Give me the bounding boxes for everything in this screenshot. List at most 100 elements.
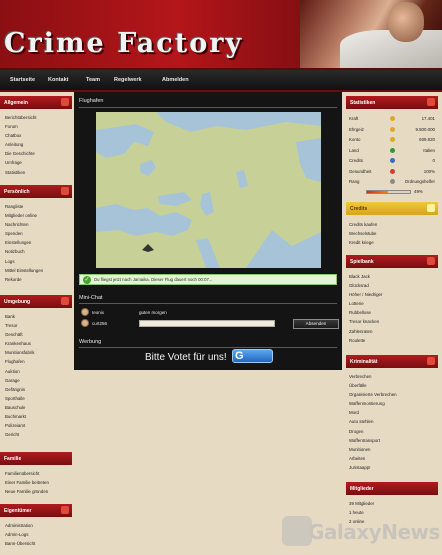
familie-title: Familie: [4, 456, 22, 462]
link-administration[interactable]: Administration: [5, 521, 35, 530]
link-zahlenraten[interactable]: Zahlenraten: [349, 327, 382, 336]
link-bank[interactable]: Bank: [5, 312, 35, 321]
allgemein-title: Allgemein: [4, 100, 28, 106]
kriminalitaet-icon: [427, 357, 435, 365]
link-munitionsfabrik[interactable]: Munitionsfabrik: [5, 348, 35, 357]
link-drogen[interactable]: Drogen: [349, 427, 397, 436]
link-black-jack[interactable]: Black Jack: [349, 272, 382, 281]
link-geschaeft[interactable]: Geschäft: [5, 330, 35, 339]
link-tresor-knacken[interactable]: Tresor knacken: [349, 317, 382, 326]
kriminalitaet-list: Verbrechen Überfälle Organisierte Verbre…: [349, 372, 397, 472]
link-auto-stehlen[interactable]: Auto stehlen: [349, 417, 397, 426]
link-anleitung[interactable]: Anleitung: [5, 140, 36, 149]
link-bauschule[interactable]: Bauschule: [5, 403, 35, 412]
persoenlich-title: Persönlich: [4, 189, 30, 195]
link-spenden[interactable]: Spenden: [5, 229, 43, 238]
chat-input[interactable]: [139, 320, 275, 327]
link-lotterie[interactable]: Lotterie: [349, 299, 382, 308]
coin-icon: [390, 126, 395, 132]
link-garage[interactable]: Garage: [5, 376, 35, 385]
link-familienuebersicht[interactable]: Familienübersicht: [5, 469, 49, 478]
link-einstellungen[interactable]: Einstellungen: [5, 238, 43, 247]
link-logs[interactable]: Logs: [5, 257, 43, 266]
link-notizbuch[interactable]: Notizbuch: [5, 247, 43, 256]
link-roulette[interactable]: Roulette: [349, 336, 382, 345]
link-mitglieder-online[interactable]: Mitglieder online: [5, 211, 43, 220]
link-waffentransport[interactable]: Waffentransport: [349, 436, 397, 445]
stat-label: Land: [349, 147, 359, 153]
link-familie-gruenden[interactable]: Neue Familie gründen: [5, 487, 49, 496]
link-wechselstube[interactable]: Wechselstube: [349, 229, 377, 238]
link-gluecksrad[interactable]: Glücksrad: [349, 281, 382, 290]
link-mittel-einstellungen[interactable]: Mittel Einstellungen: [5, 266, 43, 275]
link-mord[interactable]: Mord: [349, 408, 397, 417]
site-logo[interactable]: Crime Factory: [4, 28, 243, 59]
nav-startseite[interactable]: Startseite: [10, 77, 35, 83]
link-hoeher-niedriger[interactable]: Höher / Niedriger: [349, 290, 382, 299]
eigentuemer-header[interactable]: Eigentümer: [0, 504, 72, 517]
nav-regelwerk[interactable]: Regelwerk: [114, 77, 142, 83]
link-sporthalle[interactable]: Sporthalle: [5, 394, 35, 403]
link-krankenhaus[interactable]: Krankenhaus: [5, 339, 35, 348]
link-rekorde[interactable]: Rekorde: [5, 275, 43, 284]
link-munitionen[interactable]: Munitionen: [349, 445, 397, 454]
credits-header[interactable]: Credits: [346, 202, 438, 215]
stat-value: 609.820: [419, 137, 435, 142]
link-kredit-kriege[interactable]: Kredit kriege: [349, 238, 377, 247]
link-familie-beitreten[interactable]: Einer Familie beitreten: [5, 478, 49, 487]
link-geschichte[interactable]: Die Geschichte: [5, 149, 36, 158]
mitglieder-header[interactable]: Mitglieder: [346, 482, 438, 495]
link-bann-uebersicht[interactable]: Bann-Übersicht: [5, 539, 35, 548]
flight-map[interactable]: [96, 112, 321, 268]
link-flughafen[interactable]: Flughafen: [5, 357, 35, 366]
link-rubbellose[interactable]: Rubbellose: [349, 308, 382, 317]
link-gefaengnis[interactable]: Gefängnis: [5, 385, 35, 394]
vote-badge[interactable]: G: [232, 349, 273, 363]
werbung-divider: [79, 347, 337, 348]
familie-header[interactable]: Familie: [0, 452, 72, 465]
nav-team[interactable]: Team: [86, 77, 100, 83]
link-ueberfaelle[interactable]: Überfälle: [349, 381, 397, 390]
kriminalitaet-header[interactable]: Kriminalität: [346, 355, 438, 368]
spielbank-header[interactable]: Spielbank: [346, 255, 438, 268]
link-nachrichten[interactable]: Nachrichten: [5, 220, 43, 229]
link-arbeiten[interactable]: Arbeiten: [349, 454, 397, 463]
vote-badge-letter: G: [235, 350, 244, 362]
stat-ehrgeiz: Ehrgeiz 9.500.000: [349, 125, 437, 136]
statistiken-header[interactable]: Statistiken: [346, 96, 438, 109]
spielbank-icon: [427, 257, 435, 265]
chat-user[interactable]: curt256: [92, 321, 107, 326]
chat-user[interactable]: Ieonix: [92, 310, 104, 315]
link-tresor[interactable]: Tresor: [5, 321, 35, 330]
send-button[interactable]: Absenden: [293, 319, 339, 329]
link-waffenmontierung[interactable]: Waffenmontierung: [349, 399, 397, 408]
persoenlich-header[interactable]: Persönlich: [0, 185, 72, 198]
rank-progress-fill: [367, 191, 389, 193]
link-admin-logs[interactable]: Admin-Logs: [5, 530, 35, 539]
allgemein-header[interactable]: Allgemein: [0, 96, 72, 109]
mitglieder-total: 39 Mitglieder: [349, 501, 375, 506]
nav-abmelden[interactable]: Abmelden: [162, 77, 189, 83]
persoenlich-list: Rangliste Mitglieder online Nachrichten …: [5, 202, 43, 284]
mitglieder-title: Mitglieder: [350, 486, 374, 492]
link-forum[interactable]: Forum: [5, 122, 36, 131]
link-buchmarkt[interactable]: Buchmarkt: [5, 412, 35, 421]
link-gericht[interactable]: Gericht: [5, 430, 35, 439]
link-chatbox[interactable]: Chatbox: [5, 131, 36, 140]
link-auktion[interactable]: Auktion: [5, 367, 35, 376]
link-verbrechen[interactable]: Verbrechen: [349, 372, 397, 381]
link-rangliste[interactable]: Rangliste: [5, 202, 43, 211]
link-organisierte-verbrechen[interactable]: Organisierte Verbrechen: [349, 390, 397, 399]
link-statistiken[interactable]: Statistiken: [5, 168, 36, 177]
nav-kontakt[interactable]: Kontakt: [48, 77, 68, 83]
link-polizeiamt[interactable]: Polizeiamt: [5, 421, 35, 430]
umgebung-header[interactable]: Umgebung: [0, 295, 72, 308]
link-juristaapp[interactable]: Juristaapp!: [349, 463, 397, 472]
vote-text[interactable]: Bitte Votet für uns!: [145, 352, 227, 363]
flight-notice: ✓ Du fliegst jetzt nach Jamaika. Dieser …: [79, 274, 337, 285]
link-umfrage[interactable]: Umfrage: [5, 158, 36, 167]
umgebung-icon: [61, 297, 69, 305]
link-credits-kaufen[interactable]: Credits kaufen: [349, 220, 377, 229]
credits-icon: [390, 158, 395, 163]
link-berichtuebersicht[interactable]: Berichtübersicht: [5, 113, 36, 122]
